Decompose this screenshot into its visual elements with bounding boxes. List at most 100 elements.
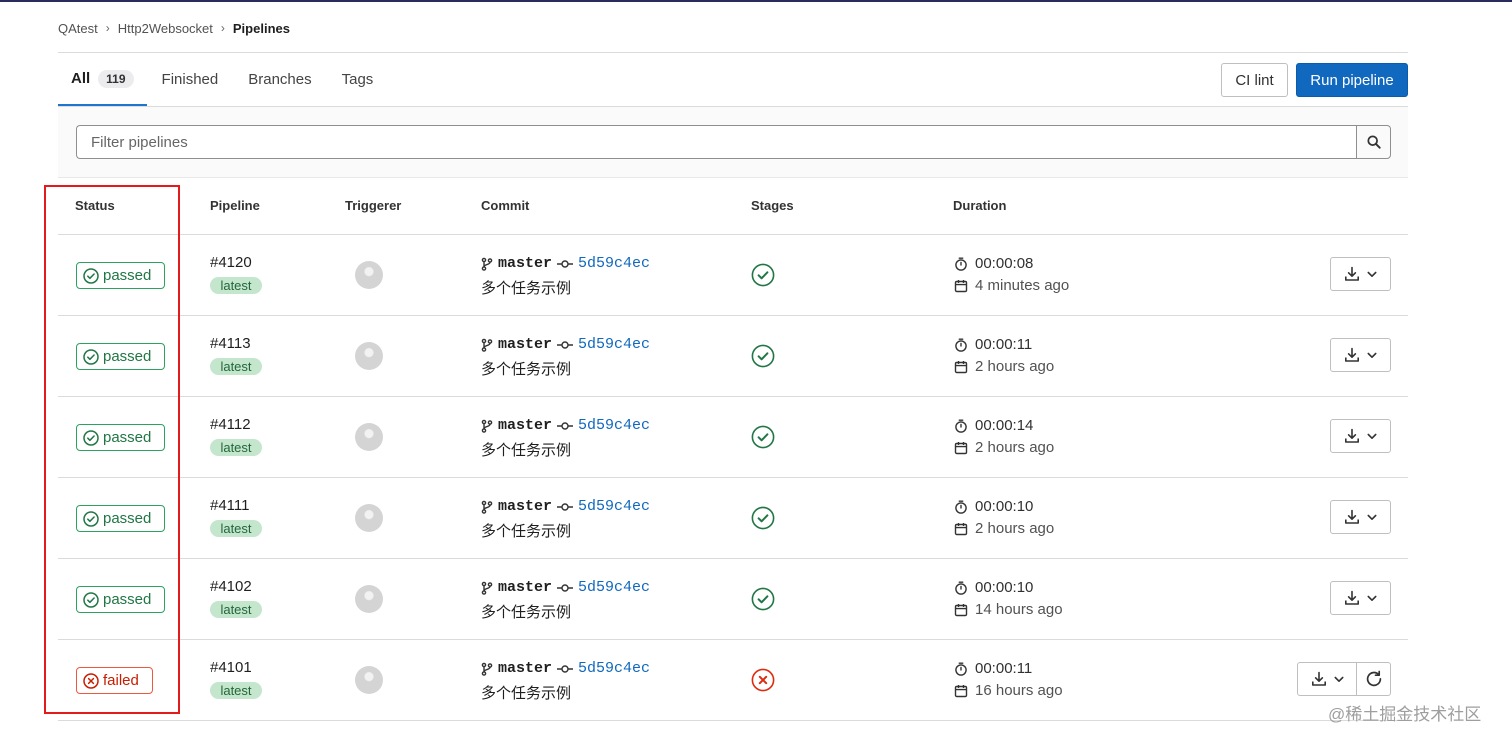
breadcrumb-item-group[interactable]: QAtest [58,21,98,36]
commit-sha-link[interactable]: 5d59c4ec [578,417,650,434]
duration-value: 00:00:11 [975,660,1033,677]
branch-link[interactable]: master [498,336,552,353]
tab-tags[interactable]: Tags [327,53,389,106]
commit-message-link[interactable]: 多个任务示例 [481,277,571,298]
commit-ref: master 5d59c4ec [481,254,650,273]
finished-at: 2 hours ago [954,439,1054,456]
avatar[interactable] [355,666,383,694]
search-button[interactable] [1356,125,1391,159]
latest-badge: latest [210,358,262,375]
commit-icon [557,421,574,430]
pipeline-id-link[interactable]: #4102 [210,578,252,595]
table-row: failed #4101 latest master 5d59c4ec 多个任务示例 00:… [58,640,1408,721]
filter-pipelines-input[interactable] [76,125,1357,159]
download-artifacts-dropdown[interactable] [1297,662,1357,696]
download-icon [1345,509,1359,524]
timer-icon [955,338,967,352]
commit-message-link[interactable]: 多个任务示例 [481,520,571,541]
commit-message-link[interactable]: 多个任务示例 [481,601,571,622]
branch-icon [481,338,493,352]
stage-success-icon[interactable] [751,425,775,449]
avatar[interactable] [355,342,383,370]
duration: 00:00:11 [954,336,1032,353]
status-badge[interactable]: passed [76,586,165,613]
status-failed-icon [83,672,99,689]
chevron-down-icon [1367,271,1377,277]
breadcrumb-separator-icon: › [220,21,225,35]
tab-all[interactable]: All 119 [58,53,147,106]
stage-failed-icon[interactable] [751,668,775,692]
retry-icon [1366,670,1381,687]
tab-all-label: All [71,70,91,87]
duration-value: 00:00:11 [975,336,1033,353]
pipeline-id-link[interactable]: #4113 [210,335,251,352]
commit-sha-link[interactable]: 5d59c4ec [578,579,650,596]
avatar[interactable] [355,504,383,532]
commit-sha-link[interactable]: 5d59c4ec [578,255,650,272]
branch-link[interactable]: master [498,660,552,677]
commit-message-link[interactable]: 多个任务示例 [481,682,571,703]
commit-message-link[interactable]: 多个任务示例 [481,439,571,460]
table-row: passed #4102 latest master 5d59c4ec 多个任务示例 00:… [58,559,1408,640]
breadcrumb: QAtest › Http2Websocket › Pipelines [58,19,290,37]
finished-at: 2 hours ago [954,358,1054,375]
stage-success-icon[interactable] [751,344,775,368]
commit-sha-link[interactable]: 5d59c4ec [578,498,650,515]
status-badge[interactable]: passed [76,424,165,451]
commit-sha-link[interactable]: 5d59c4ec [578,660,650,677]
pipeline-id-link[interactable]: #4111 [210,497,250,514]
tab-all-count-badge: 119 [98,69,134,88]
status-badge-label: passed [103,267,152,284]
tab-tags-label: Tags [341,71,374,88]
branch-link[interactable]: master [498,417,552,434]
finished-at-value: 4 minutes ago [975,277,1070,294]
pipeline-tabs: All 119 Finished Branches Tags [58,53,388,106]
commit-ref: master 5d59c4ec [481,416,650,435]
stage-success-icon[interactable] [751,506,775,530]
download-artifacts-dropdown[interactable] [1330,500,1391,534]
stage-success-icon[interactable] [751,263,775,287]
avatar[interactable] [355,585,383,613]
commit-message-link[interactable]: 多个任务示例 [481,358,571,379]
finished-at-value: 2 hours ago [975,520,1055,537]
tab-branches-label: Branches [248,71,312,88]
pipeline-id-link[interactable]: #4112 [210,416,251,433]
download-artifacts-dropdown[interactable] [1330,257,1391,291]
search-icon [1366,135,1381,149]
commit-sha-link[interactable]: 5d59c4ec [578,336,650,353]
avatar[interactable] [355,423,383,451]
tab-branches[interactable]: Branches [233,53,326,106]
branch-link[interactable]: master [498,255,552,272]
latest-badge: latest [210,601,262,618]
breadcrumb-item-project[interactable]: Http2Websocket [118,21,213,36]
finished-at-value: 2 hours ago [975,358,1055,375]
status-badge[interactable]: passed [76,343,165,370]
status-badge-label: passed [103,591,152,608]
commit-icon [557,664,574,673]
download-artifacts-dropdown[interactable] [1330,581,1391,615]
avatar[interactable] [355,261,383,289]
watermark: @稀土掘金技术社区 [1328,705,1482,724]
retry-button[interactable] [1356,662,1391,696]
status-badge[interactable]: passed [76,505,165,532]
status-badge-label: passed [103,348,152,365]
table-row: passed #4120 latest master 5d59c4ec 多个任务示例 00:… [58,235,1408,316]
pipeline-id-link[interactable]: #4101 [210,659,252,676]
timer-icon [955,581,967,595]
download-artifacts-dropdown[interactable] [1330,419,1391,453]
duration-value: 00:00:10 [975,579,1034,596]
column-header-pipeline: Pipeline [210,198,260,213]
status-badge[interactable]: passed [76,262,165,289]
branch-link[interactable]: master [498,498,552,515]
branch-link[interactable]: master [498,579,552,596]
download-artifacts-dropdown[interactable] [1330,338,1391,372]
tab-finished[interactable]: Finished [147,53,234,106]
breadcrumb-current[interactable]: Pipelines [233,21,290,36]
status-badge[interactable]: failed [76,667,153,694]
stage-success-icon[interactable] [751,587,775,611]
run-pipeline-button[interactable]: Run pipeline [1296,63,1408,97]
duration-value: 00:00:08 [975,255,1034,272]
pipeline-id-link[interactable]: #4120 [210,254,252,271]
ci-lint-button[interactable]: CI lint [1221,63,1288,97]
duration: 00:00:14 [954,417,1033,434]
